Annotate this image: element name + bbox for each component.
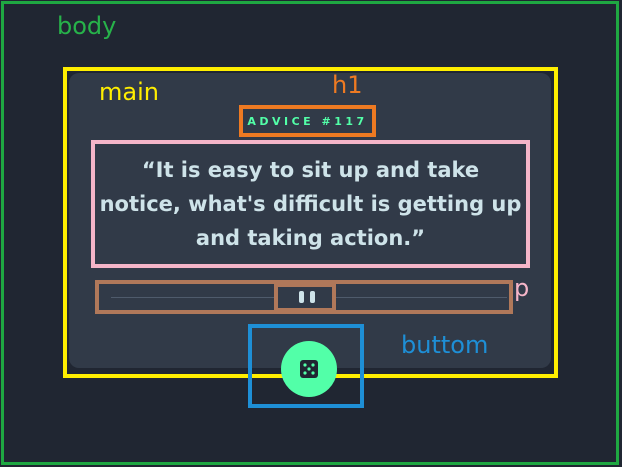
pause-icon-bar-right [310, 291, 315, 303]
p-annotation-label: p [514, 274, 530, 302]
dice-button[interactable] [281, 341, 337, 397]
divider-line-right [336, 297, 507, 298]
dice-icon [300, 360, 318, 378]
h1-outline [239, 105, 376, 137]
p-outline [91, 140, 530, 268]
pause-icon-outline [274, 283, 336, 312]
body-annotation-label: body [57, 12, 117, 40]
button-annotation-label: buttom [401, 331, 489, 359]
h1-annotation-label: h1 [332, 71, 363, 99]
pause-icon-bar-left [299, 291, 304, 303]
main-annotation-label: main [99, 78, 159, 106]
divider-line-left [111, 297, 274, 298]
